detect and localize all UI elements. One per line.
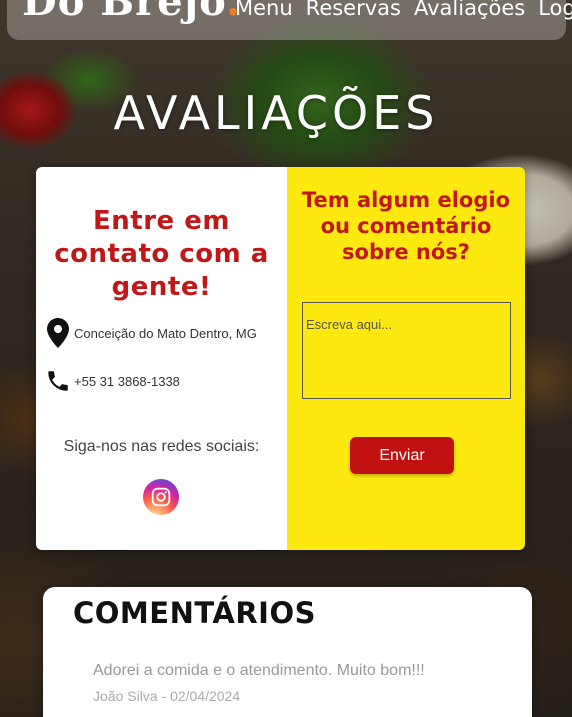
address-text: Conceição do Mato Dentro, MG — [74, 325, 257, 341]
nav-link-reservas[interactable]: Reservas — [306, 0, 401, 20]
nav-link-avaliacoes[interactable]: Avaliações — [414, 0, 525, 20]
comments-title: COMENTÁRIOS — [73, 596, 317, 630]
main-nav: Menu Reservas Avaliações Login — [235, 0, 572, 20]
nav-link-menu[interactable]: Menu — [235, 0, 293, 20]
comment-input[interactable] — [302, 302, 511, 399]
comments-section: COMENTÁRIOS Adorei a comida e o atendime… — [43, 587, 532, 717]
brand-logo[interactable]: Do Brejo. — [22, 0, 241, 25]
contact-panel: Entre em contato com a gente! Conceição … — [36, 167, 287, 550]
feedback-heading: Tem algum elogio ou comentário sobre nós… — [301, 188, 511, 264]
social-label: Siga-nos nas redes sociais: — [63, 438, 260, 455]
comment-text: Adorei a comida e o atendimento. Muito b… — [93, 662, 425, 679]
nav-link-login[interactable]: Login — [538, 0, 572, 20]
contact-card: Entre em contato com a gente! Conceição … — [36, 167, 525, 550]
phone-icon — [44, 366, 72, 396]
comment-author-date: João Silva - 02/04/2024 — [93, 688, 241, 704]
phone-row: +55 31 3868-1338 — [44, 366, 180, 396]
map-pin-icon — [44, 318, 72, 348]
brand-name: Do Brejo — [22, 0, 227, 25]
page-title: AVALIAÇÕES — [113, 86, 439, 140]
feedback-panel: Tem algum elogio ou comentário sobre nós… — [287, 167, 525, 550]
phone-text: +55 31 3868-1338 — [74, 373, 180, 389]
navbar: Do Brejo. Menu Reservas Avaliações Login — [7, 0, 572, 40]
send-button[interactable]: Enviar — [350, 437, 454, 474]
instagram-icon[interactable] — [143, 479, 179, 515]
address-row: Conceição do Mato Dentro, MG — [44, 318, 257, 348]
contact-heading: Entre em contato com a gente! — [54, 206, 269, 302]
